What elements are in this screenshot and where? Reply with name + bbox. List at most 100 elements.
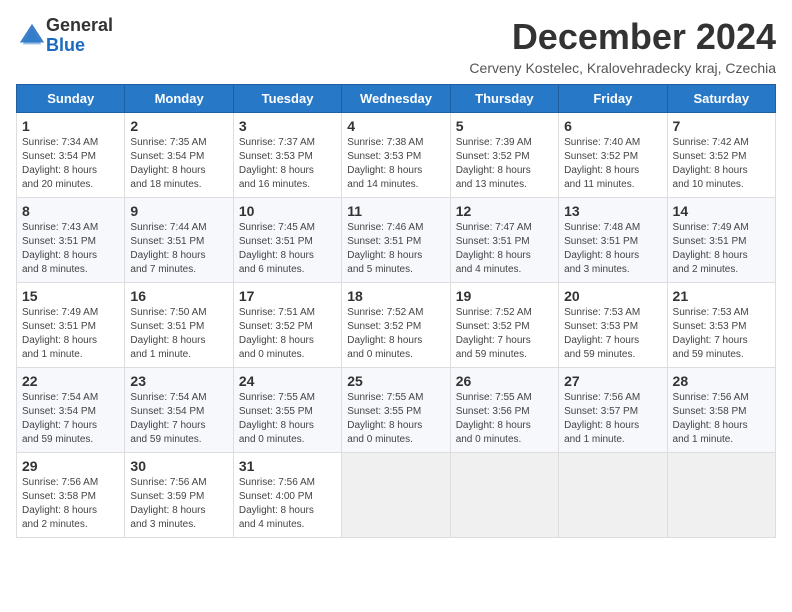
calendar-cell: 28 Sunrise: 7:56 AM Sunset: 3:58 PM Dayli… xyxy=(667,368,775,453)
calendar-cell: 25Sunrise: 7:55 AM Sunset: 3:55 PM Dayli… xyxy=(342,368,450,453)
day-number: 17 xyxy=(239,288,336,304)
day-info: Sunrise: 7:48 AM Sunset: 3:51 PM Dayligh… xyxy=(564,221,661,277)
calendar-cell: 9 Sunrise: 7:44 AM Sunset: 3:51 PM Daylig… xyxy=(125,198,233,283)
day-info: Sunrise: 7:38 AM Sunset: 3:53 PM Dayligh… xyxy=(347,136,444,192)
day-number: 6 xyxy=(564,118,661,134)
day-number: 4 xyxy=(347,118,444,134)
day-number: 5 xyxy=(456,118,553,134)
week-row-3: 15 Sunrise: 7:49 AM Sunset: 3:51 PM Dayli… xyxy=(17,283,776,368)
page-header: General Blue December 2024 Cerveny Koste… xyxy=(16,16,776,76)
day-info: Sunrise: 7:44 AM Sunset: 3:51 PM Dayligh… xyxy=(130,221,227,277)
column-header-saturday: Saturday xyxy=(667,85,775,113)
calendar-cell: 10 Sunrise: 7:45 AM Sunset: 3:51 PM Dayli… xyxy=(233,198,341,283)
calendar-cell: 12Sunrise: 7:47 AM Sunset: 3:51 PM Dayli… xyxy=(450,198,558,283)
week-row-5: 29 Sunrise: 7:56 AM Sunset: 3:58 PM Dayli… xyxy=(17,453,776,538)
calendar-cell: 26Sunrise: 7:55 AM Sunset: 3:56 PM Dayli… xyxy=(450,368,558,453)
day-info: Sunrise: 7:56 AM Sunset: 4:00 PM Dayligh… xyxy=(239,476,336,532)
day-number: 3 xyxy=(239,118,336,134)
day-number: 27 xyxy=(564,373,661,389)
main-title: December 2024 xyxy=(469,16,776,58)
calendar-cell: 5 Sunrise: 7:39 AM Sunset: 3:52 PM Daylig… xyxy=(450,113,558,198)
day-info: Sunrise: 7:50 AM Sunset: 3:51 PM Dayligh… xyxy=(130,306,227,362)
day-number: 7 xyxy=(673,118,770,134)
day-info: Sunrise: 7:40 AM Sunset: 3:52 PM Dayligh… xyxy=(564,136,661,192)
day-number: 9 xyxy=(130,203,227,219)
day-number: 2 xyxy=(130,118,227,134)
calendar-cell: 31Sunrise: 7:56 AM Sunset: 4:00 PM Dayli… xyxy=(233,453,341,538)
logo: General Blue xyxy=(16,16,113,56)
calendar-cell: 18Sunrise: 7:52 AM Sunset: 3:52 PM Dayli… xyxy=(342,283,450,368)
title-block: December 2024 Cerveny Kostelec, Kraloveh… xyxy=(469,16,776,76)
day-info: Sunrise: 7:54 AM Sunset: 3:54 PM Dayligh… xyxy=(130,391,227,447)
day-number: 19 xyxy=(456,288,553,304)
day-info: Sunrise: 7:42 AM Sunset: 3:52 PM Dayligh… xyxy=(673,136,770,192)
day-info: Sunrise: 7:49 AM Sunset: 3:51 PM Dayligh… xyxy=(673,221,770,277)
day-number: 20 xyxy=(564,288,661,304)
calendar-cell: 16 Sunrise: 7:50 AM Sunset: 3:51 PM Dayli… xyxy=(125,283,233,368)
calendar-cell: 19 Sunrise: 7:52 AM Sunset: 3:52 PM Dayli… xyxy=(450,283,558,368)
calendar-cell: 30 Sunrise: 7:56 AM Sunset: 3:59 PM Dayli… xyxy=(125,453,233,538)
day-number: 15 xyxy=(22,288,119,304)
column-header-thursday: Thursday xyxy=(450,85,558,113)
calendar-cell: 11 Sunrise: 7:46 AM Sunset: 3:51 PM Dayli… xyxy=(342,198,450,283)
day-number: 24 xyxy=(239,373,336,389)
day-number: 30 xyxy=(130,458,227,474)
logo-icon xyxy=(18,22,46,50)
calendar-cell: 13 Sunrise: 7:48 AM Sunset: 3:51 PM Dayli… xyxy=(559,198,667,283)
logo-blue: Blue xyxy=(46,36,113,56)
day-info: Sunrise: 7:56 AM Sunset: 3:58 PM Dayligh… xyxy=(673,391,770,447)
day-info: Sunrise: 7:56 AM Sunset: 3:58 PM Dayligh… xyxy=(22,476,119,532)
column-header-friday: Friday xyxy=(559,85,667,113)
day-number: 18 xyxy=(347,288,444,304)
calendar-cell xyxy=(450,453,558,538)
calendar-cell: 15 Sunrise: 7:49 AM Sunset: 3:51 PM Dayli… xyxy=(17,283,125,368)
logo-general: General xyxy=(46,16,113,36)
day-number: 10 xyxy=(239,203,336,219)
day-number: 13 xyxy=(564,203,661,219)
calendar-header: SundayMondayTuesdayWednesdayThursdayFrid… xyxy=(17,85,776,113)
day-number: 28 xyxy=(673,373,770,389)
day-info: Sunrise: 7:45 AM Sunset: 3:51 PM Dayligh… xyxy=(239,221,336,277)
day-number: 14 xyxy=(673,203,770,219)
day-info: Sunrise: 7:53 AM Sunset: 3:53 PM Dayligh… xyxy=(564,306,661,362)
day-info: Sunrise: 7:56 AM Sunset: 3:59 PM Dayligh… xyxy=(130,476,227,532)
day-info: Sunrise: 7:39 AM Sunset: 3:52 PM Dayligh… xyxy=(456,136,553,192)
day-info: Sunrise: 7:47 AM Sunset: 3:51 PM Dayligh… xyxy=(456,221,553,277)
day-info: Sunrise: 7:55 AM Sunset: 3:56 PM Dayligh… xyxy=(456,391,553,447)
day-info: Sunrise: 7:35 AM Sunset: 3:54 PM Dayligh… xyxy=(130,136,227,192)
calendar-cell: 2 Sunrise: 7:35 AM Sunset: 3:54 PM Daylig… xyxy=(125,113,233,198)
day-number: 8 xyxy=(22,203,119,219)
day-number: 25 xyxy=(347,373,444,389)
calendar-cell xyxy=(342,453,450,538)
week-row-1: 1Sunrise: 7:34 AM Sunset: 3:54 PM Daylig… xyxy=(17,113,776,198)
subtitle: Cerveny Kostelec, Kralovehradecky kraj, … xyxy=(469,60,776,76)
column-header-tuesday: Tuesday xyxy=(233,85,341,113)
day-number: 21 xyxy=(673,288,770,304)
calendar: SundayMondayTuesdayWednesdayThursdayFrid… xyxy=(16,84,776,538)
week-row-4: 22Sunrise: 7:54 AM Sunset: 3:54 PM Dayli… xyxy=(17,368,776,453)
calendar-cell: 29 Sunrise: 7:56 AM Sunset: 3:58 PM Dayli… xyxy=(17,453,125,538)
column-header-monday: Monday xyxy=(125,85,233,113)
calendar-cell: 4 Sunrise: 7:38 AM Sunset: 3:53 PM Daylig… xyxy=(342,113,450,198)
day-number: 16 xyxy=(130,288,227,304)
day-info: Sunrise: 7:49 AM Sunset: 3:51 PM Dayligh… xyxy=(22,306,119,362)
header-row: SundayMondayTuesdayWednesdayThursdayFrid… xyxy=(17,85,776,113)
day-info: Sunrise: 7:53 AM Sunset: 3:53 PM Dayligh… xyxy=(673,306,770,362)
calendar-cell: 20 Sunrise: 7:53 AM Sunset: 3:53 PM Dayli… xyxy=(559,283,667,368)
calendar-cell: 3 Sunrise: 7:37 AM Sunset: 3:53 PM Daylig… xyxy=(233,113,341,198)
calendar-cell: 6 Sunrise: 7:40 AM Sunset: 3:52 PM Daylig… xyxy=(559,113,667,198)
day-info: Sunrise: 7:52 AM Sunset: 3:52 PM Dayligh… xyxy=(456,306,553,362)
day-number: 29 xyxy=(22,458,119,474)
day-info: Sunrise: 7:34 AM Sunset: 3:54 PM Dayligh… xyxy=(22,136,119,192)
calendar-cell xyxy=(559,453,667,538)
calendar-body: 1Sunrise: 7:34 AM Sunset: 3:54 PM Daylig… xyxy=(17,113,776,538)
column-header-wednesday: Wednesday xyxy=(342,85,450,113)
day-info: Sunrise: 7:54 AM Sunset: 3:54 PM Dayligh… xyxy=(22,391,119,447)
day-info: Sunrise: 7:37 AM Sunset: 3:53 PM Dayligh… xyxy=(239,136,336,192)
day-info: Sunrise: 7:46 AM Sunset: 3:51 PM Dayligh… xyxy=(347,221,444,277)
calendar-cell: 14 Sunrise: 7:49 AM Sunset: 3:51 PM Dayli… xyxy=(667,198,775,283)
day-info: Sunrise: 7:55 AM Sunset: 3:55 PM Dayligh… xyxy=(239,391,336,447)
calendar-cell: 22Sunrise: 7:54 AM Sunset: 3:54 PM Dayli… xyxy=(17,368,125,453)
day-number: 11 xyxy=(347,203,444,219)
calendar-cell: 27Sunrise: 7:56 AM Sunset: 3:57 PM Dayli… xyxy=(559,368,667,453)
